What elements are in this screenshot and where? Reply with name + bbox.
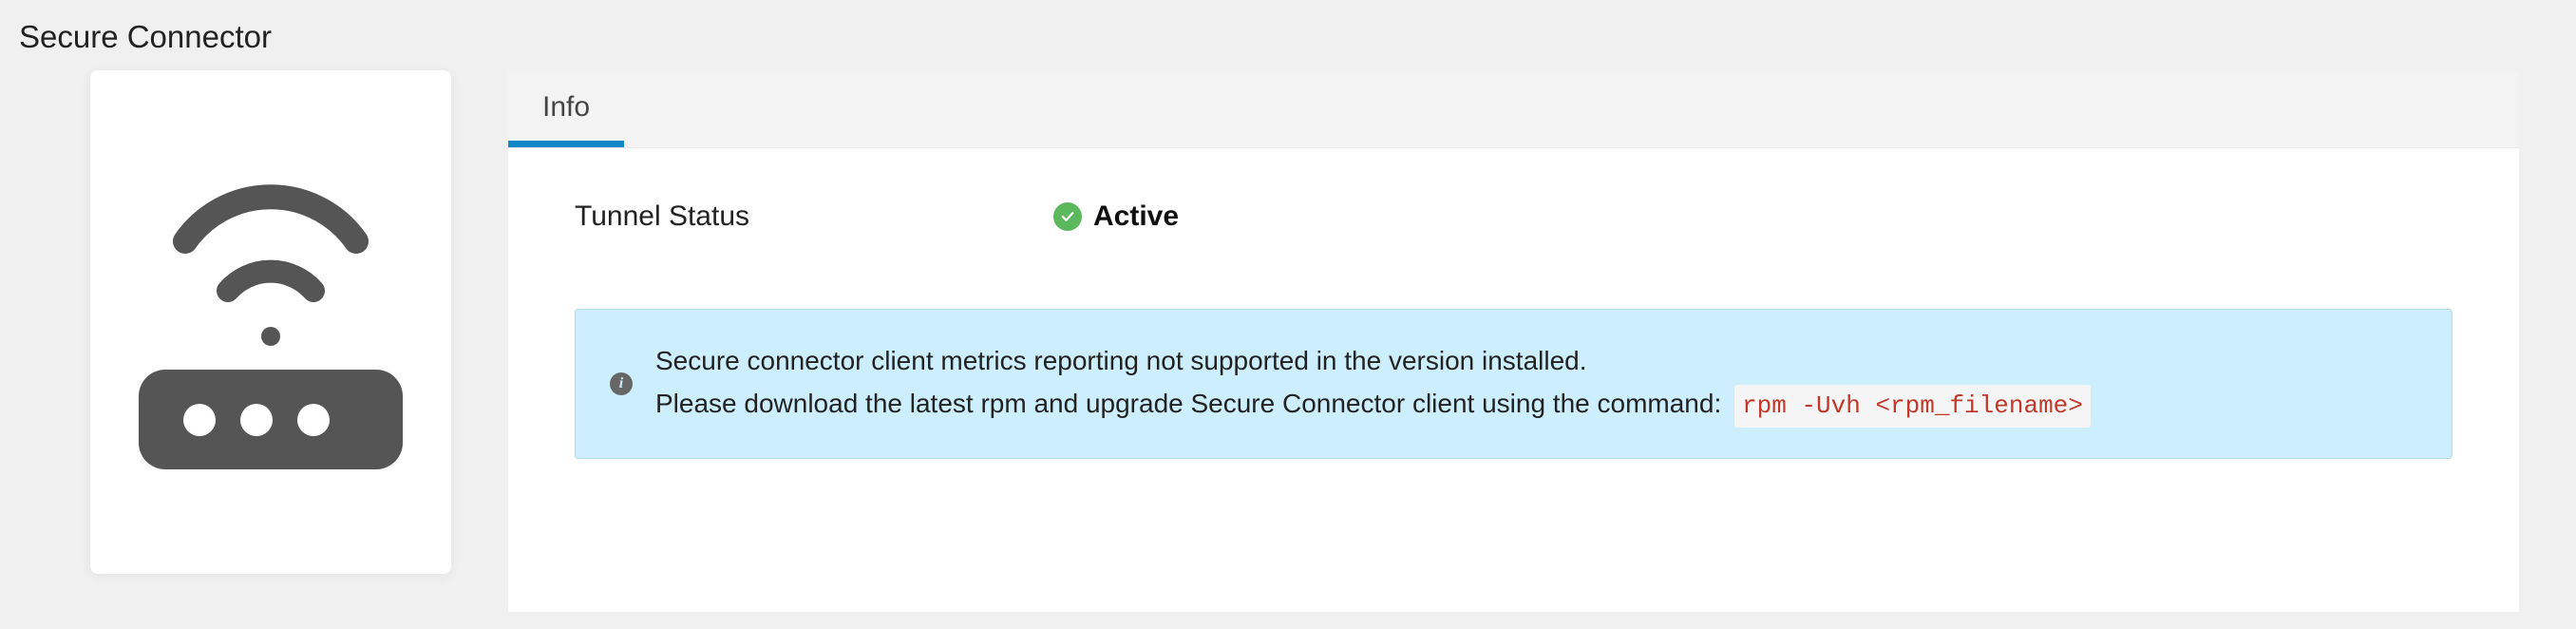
tunnel-status-value-group: Active [1053,200,1179,233]
tunnel-status-row: Tunnel Status Active [575,200,2453,233]
panel-body: Tunnel Status Active i Secure connector … [508,148,2519,497]
info-banner-line1: Secure connector client metrics reportin… [655,346,1587,375]
tab-header: Info [508,70,2519,148]
info-icon: i [610,372,633,395]
device-icon-card [90,70,451,574]
info-banner-text: Secure connector client metrics reportin… [655,340,2091,428]
info-banner-command: rpm -Uvh <rpm_filename> [1734,385,2091,429]
check-icon [1053,202,1082,231]
content-wrap: Info Tunnel Status Active i Secure conne… [0,70,2576,612]
page-header: Secure Connector [0,0,2576,70]
tunnel-status-label: Tunnel Status [575,200,749,233]
tunnel-status-value: Active [1093,200,1179,233]
tab-info[interactable]: Info [508,74,624,147]
main-panel: Info Tunnel Status Active i Secure conne… [508,70,2519,612]
info-banner-line2-prefix: Please download the latest rpm and upgra… [655,389,1721,418]
router-icon [133,175,408,469]
info-banner: i Secure connector client metrics report… [575,309,2453,459]
page-title: Secure Connector [19,19,2557,55]
